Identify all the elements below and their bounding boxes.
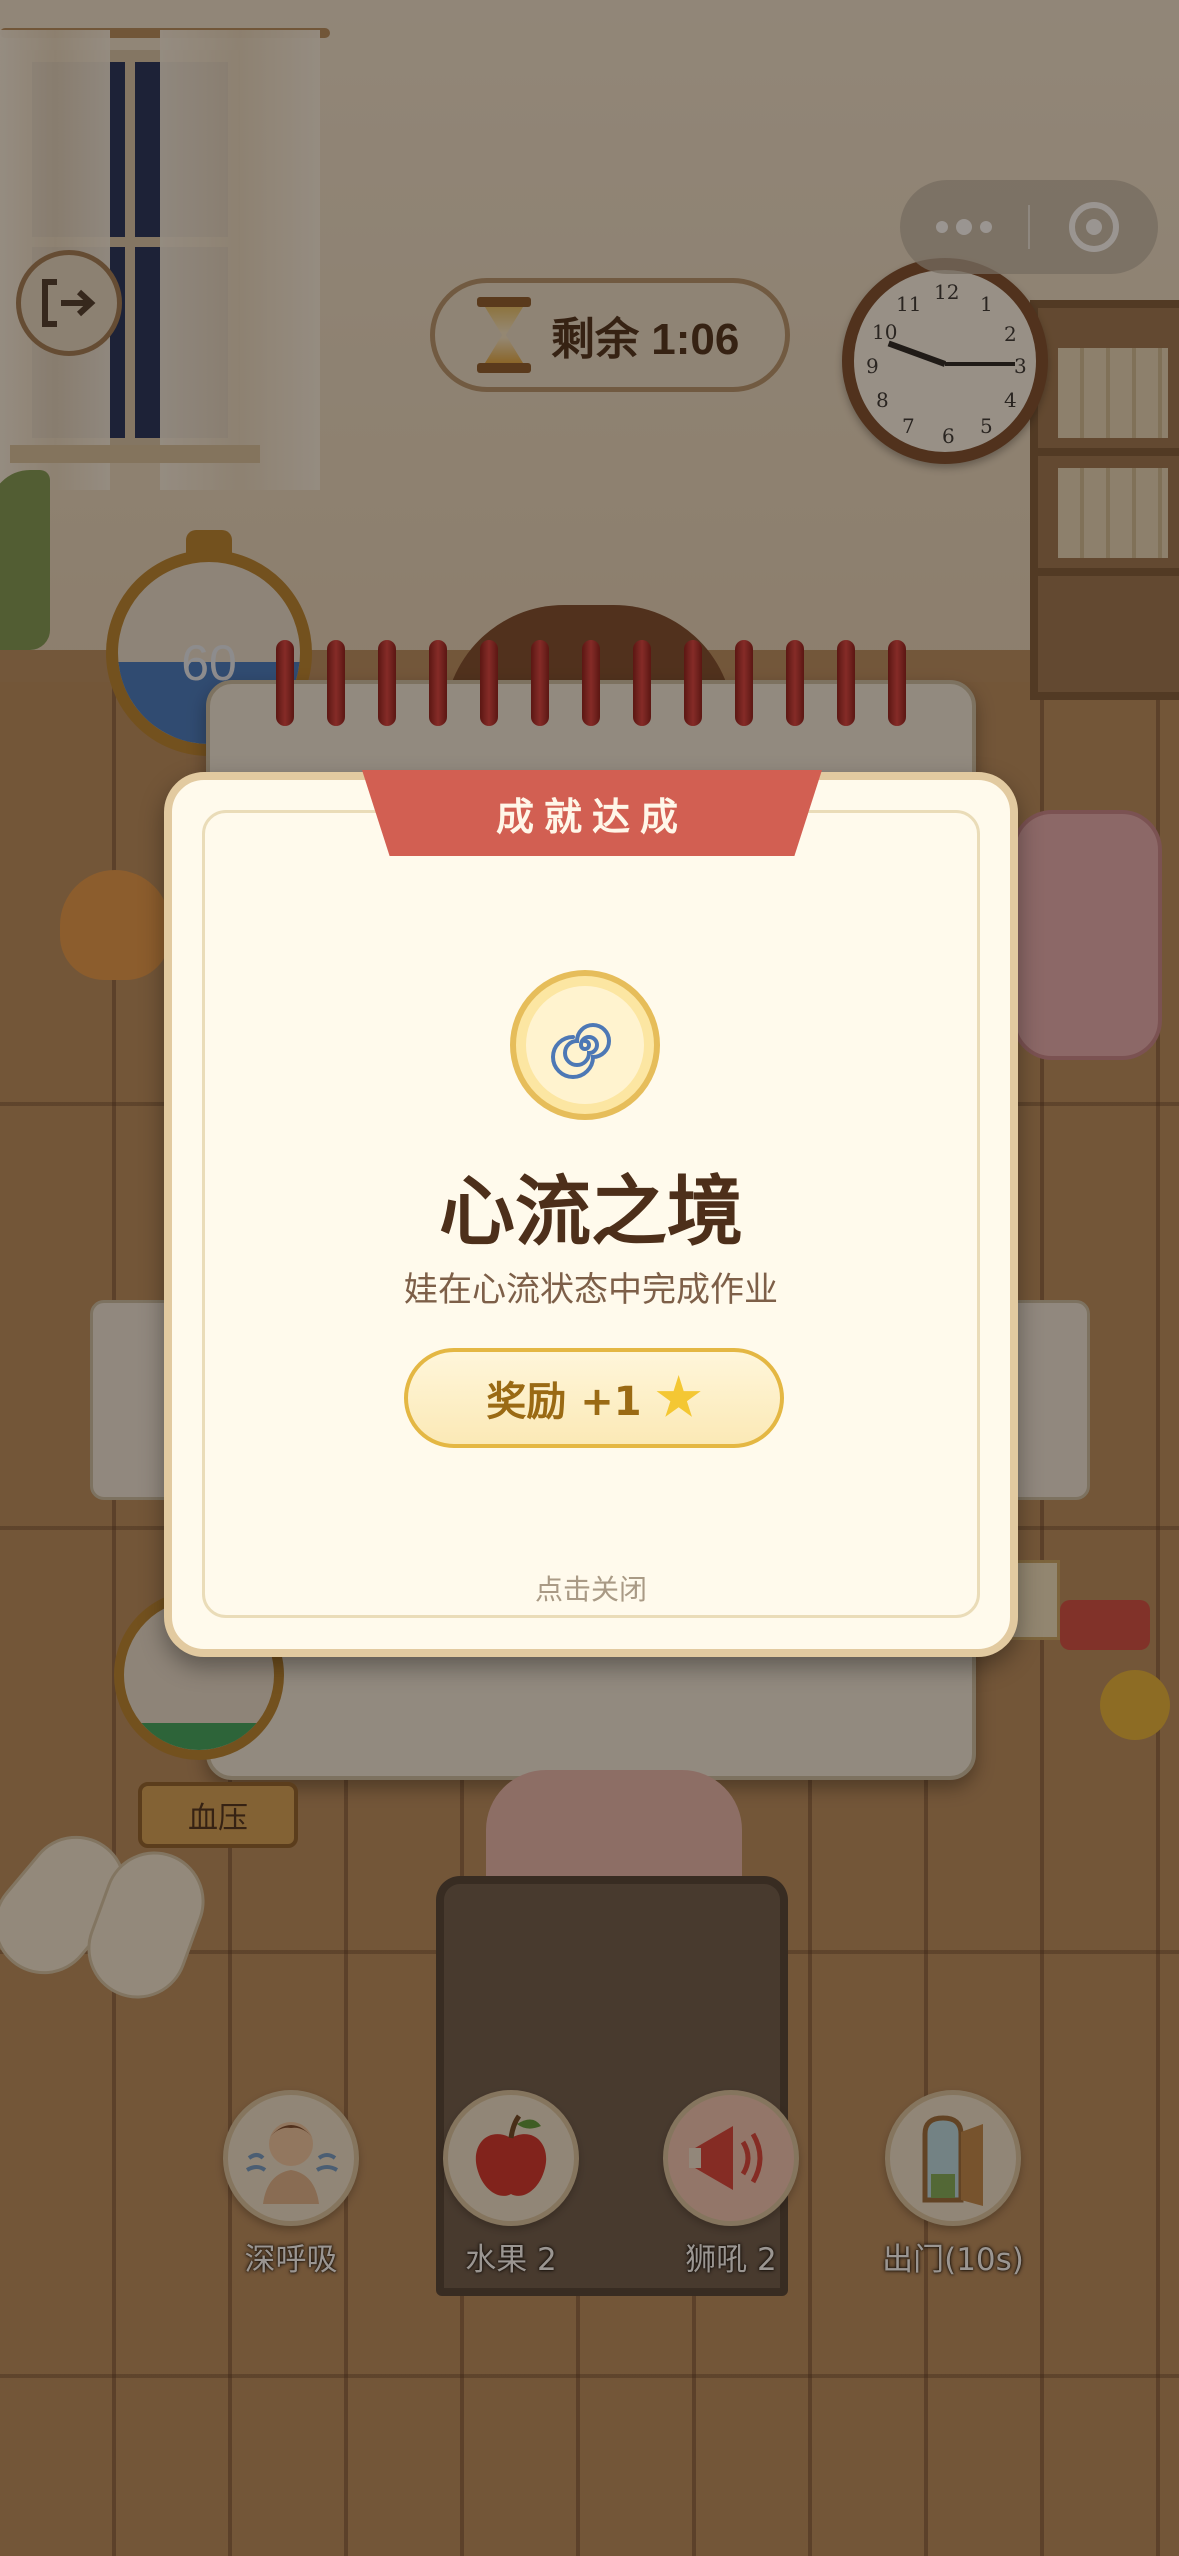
reward-text: 奖励 +1 xyxy=(486,1379,642,1425)
ribbon-text: 成就达成 xyxy=(495,794,688,839)
star-icon xyxy=(656,1375,701,1417)
close-hint[interactable]: 点击关闭 xyxy=(172,1568,1010,1608)
achievement-modal[interactable]: 成就达成 心流之境 娃在心流状态中完成作业 奖励 +1 点击关闭 xyxy=(164,770,1018,1657)
spiral-icon xyxy=(551,1023,611,1079)
achievement-badge xyxy=(510,970,660,1120)
achievement-title: 心流之境 xyxy=(439,1167,743,1256)
achievement-ribbon: 成就达成 xyxy=(362,770,822,856)
reward-badge: 奖励 +1 xyxy=(404,1348,784,1448)
achievement-description: 娃在心流状态中完成作业 xyxy=(404,1270,778,1310)
